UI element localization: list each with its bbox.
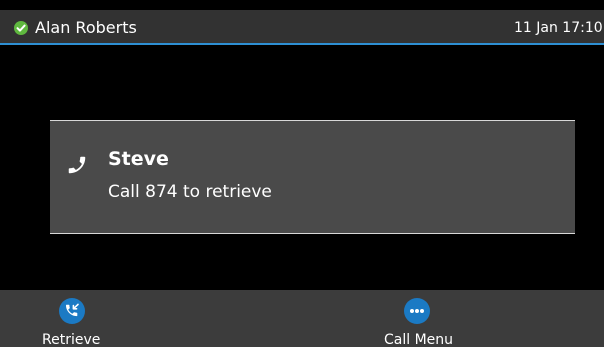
- line-user-name: Alan Roberts: [35, 18, 137, 37]
- parked-call-card: Steve Call 874 to retrieve: [50, 120, 575, 234]
- call-menu-label: Call Menu: [384, 332, 454, 347]
- phone-screen: Alan Roberts 11 Jan 17:10 Steve Call 874…: [0, 0, 604, 347]
- retrieve-instructions: Call 874 to retrieve: [108, 182, 272, 202]
- status-bar: Alan Roberts 11 Jan 17:10: [0, 10, 604, 45]
- retrieve-label: Retrieve: [42, 332, 101, 347]
- retrieve-button[interactable]: Retrieve: [0, 290, 150, 347]
- date-time: 11 Jan 17:10: [514, 20, 603, 36]
- available-check-icon: [14, 21, 28, 35]
- more-options-icon: [404, 298, 430, 324]
- caller-name: Steve: [108, 148, 169, 170]
- call-retrieve-icon: [59, 298, 85, 324]
- softkey-bar: Retrieve Call Menu: [0, 290, 604, 347]
- handset-icon: [66, 154, 88, 176]
- call-menu-button[interactable]: Call Menu: [340, 290, 500, 347]
